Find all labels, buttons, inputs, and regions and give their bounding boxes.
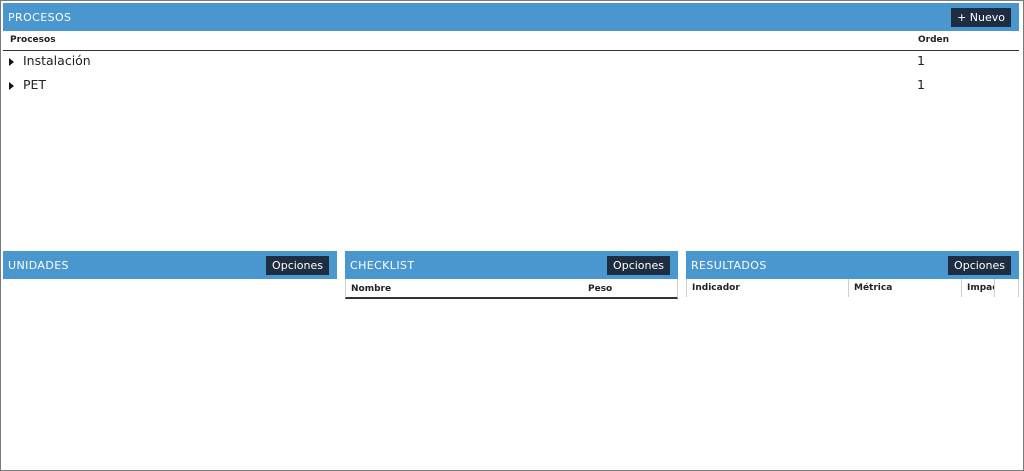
checklist-title: CHECKLIST	[350, 258, 415, 272]
resultados-panel-header: RESULTADOS Opciones	[686, 251, 1019, 279]
unidades-options-button[interactable]: Opciones	[266, 255, 329, 275]
checklist-panel-header: CHECKLIST Opciones	[345, 251, 678, 279]
column-header-peso[interactable]: Peso	[588, 284, 612, 294]
column-header-nombre[interactable]: Nombre	[351, 284, 391, 294]
expand-caret-icon[interactable]	[9, 58, 14, 66]
process-orden: 1	[917, 77, 925, 92]
procesos-title: PROCESOS	[8, 10, 72, 24]
process-name: Instalación	[23, 53, 91, 68]
column-header-indicador[interactable]: Indicador	[687, 279, 849, 297]
resultados-options-button[interactable]: Opciones	[948, 255, 1011, 275]
new-process-button[interactable]: + Nuevo	[951, 7, 1011, 27]
process-name: PET	[23, 77, 47, 92]
resultados-column-headers: Indicador Métrica Impac	[686, 279, 1019, 297]
column-header-procesos[interactable]: Procesos	[10, 35, 56, 45]
expand-caret-icon[interactable]	[9, 82, 14, 90]
process-orden: 1	[917, 53, 925, 68]
procesos-panel-header: PROCESOS + Nuevo	[3, 3, 1019, 31]
table-row[interactable]: Instalación 1	[3, 51, 1019, 73]
column-header-metrica[interactable]: Métrica	[849, 279, 962, 297]
unidades-title: UNIDADES	[8, 258, 69, 272]
checklist-column-headers: Nombre Peso	[345, 279, 678, 299]
table-row[interactable]: PET 1	[3, 75, 1019, 97]
column-header-orden[interactable]: Orden	[918, 35, 949, 45]
resultados-title: RESULTADOS	[691, 258, 767, 272]
unidades-panel-header: UNIDADES Opciones	[3, 251, 337, 279]
column-header-impacto[interactable]: Impac	[962, 279, 995, 297]
checklist-options-button[interactable]: Opciones	[607, 255, 670, 275]
procesos-column-headers: Procesos Orden	[3, 31, 1019, 51]
